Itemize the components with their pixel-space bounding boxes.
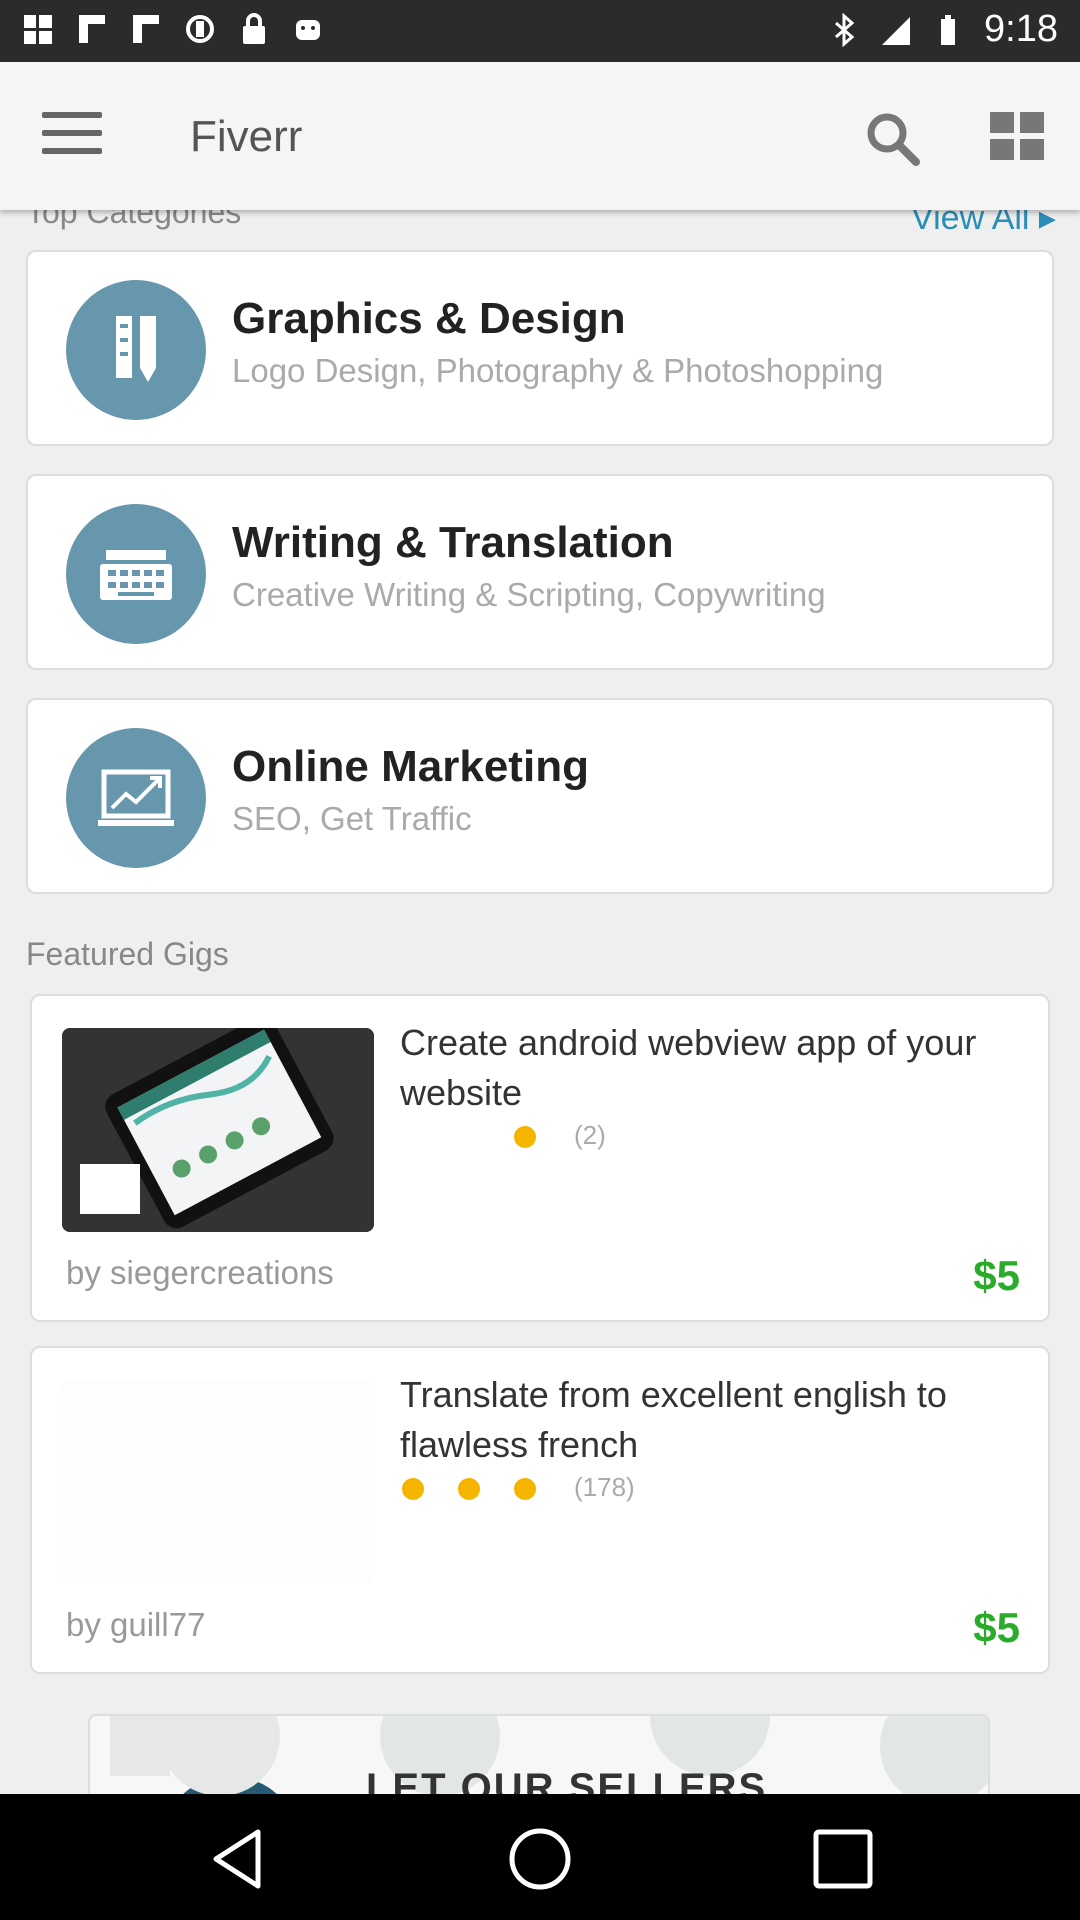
pencil-ruler-icon [66, 280, 206, 420]
category-name: Graphics & Design [232, 294, 626, 343]
rating-count: (2) [574, 1120, 606, 1150]
seller-name: by siegercreations [66, 1254, 334, 1291]
menu-icon[interactable] [42, 112, 102, 162]
chart-monitor-icon [66, 728, 206, 868]
category-card-graphics[interactable]: Graphics & Design Logo Design, Photograp… [26, 250, 1054, 446]
rating-count: (178) [574, 1472, 635, 1502]
flipboard-icon [79, 15, 105, 43]
signal-icon [882, 16, 911, 45]
category-name: Online Marketing [232, 742, 589, 791]
category-subtitle: Creative Writing & Scripting, Copywritin… [232, 576, 826, 613]
main-content[interactable]: Top Categories View All ▸ Graphics & Des… [0, 210, 1080, 1794]
battery-icon [941, 14, 956, 45]
status-bar: 9:18 [0, 0, 1080, 62]
home-icon[interactable] [505, 1824, 575, 1894]
search-icon[interactable] [862, 108, 922, 168]
navigation-bar [0, 1794, 1080, 1920]
windows-icon [24, 15, 52, 44]
rating-stars [400, 1114, 560, 1160]
gig-price: $5 [973, 1252, 1020, 1299]
star-icon [514, 1478, 536, 1500]
seller-name: by guill77 [66, 1606, 206, 1643]
back-icon[interactable] [202, 1824, 272, 1894]
category-card-writing[interactable]: Writing & Translation Creative Writing &… [26, 474, 1054, 670]
sellers-banner[interactable]: LET OUR SELLERS [88, 1714, 990, 1794]
android-phone-image [62, 1016, 374, 1232]
gig-title: Create android webview app of your websi… [400, 1022, 977, 1113]
status-time: 9:18 [984, 8, 1058, 50]
flipboard-icon [133, 15, 159, 43]
recents-icon[interactable] [808, 1824, 878, 1894]
grid-icon[interactable] [990, 112, 1044, 160]
banner-text: LET OUR SELLERS [366, 1766, 768, 1794]
sync-icon [186, 15, 214, 43]
app-title: Fiverr [190, 112, 303, 161]
featured-gigs-heading: Featured Gigs [26, 936, 229, 972]
blank-image [62, 1380, 374, 1584]
gig-price: $5 [973, 1604, 1020, 1651]
star-icon [402, 1478, 424, 1500]
star-icon [458, 1478, 480, 1500]
category-card-marketing[interactable]: Online Marketing SEO, Get Traffic [26, 698, 1054, 894]
star-icon [514, 1126, 536, 1148]
bluetooth-icon [835, 12, 855, 47]
category-subtitle: Logo Design, Photography & Photoshopping [232, 352, 884, 389]
android-icon [296, 20, 320, 40]
top-categories-heading: Top Categories [26, 210, 242, 230]
typewriter-icon [66, 504, 206, 644]
category-name: Writing & Translation [232, 518, 674, 567]
gig-title: Translate from excellent english to flaw… [400, 1374, 947, 1465]
category-subtitle: SEO, Get Traffic [232, 800, 472, 837]
view-all-link[interactable]: View All ▸ [911, 210, 1056, 238]
gig-card[interactable]: Translate from excellent english to flaw… [30, 1346, 1050, 1674]
app-bar: Fiverr [0, 62, 1080, 210]
rating-stars [400, 1466, 560, 1512]
gig-card[interactable]: Create android webview app of your websi… [30, 994, 1050, 1322]
lock-icon [243, 13, 265, 44]
